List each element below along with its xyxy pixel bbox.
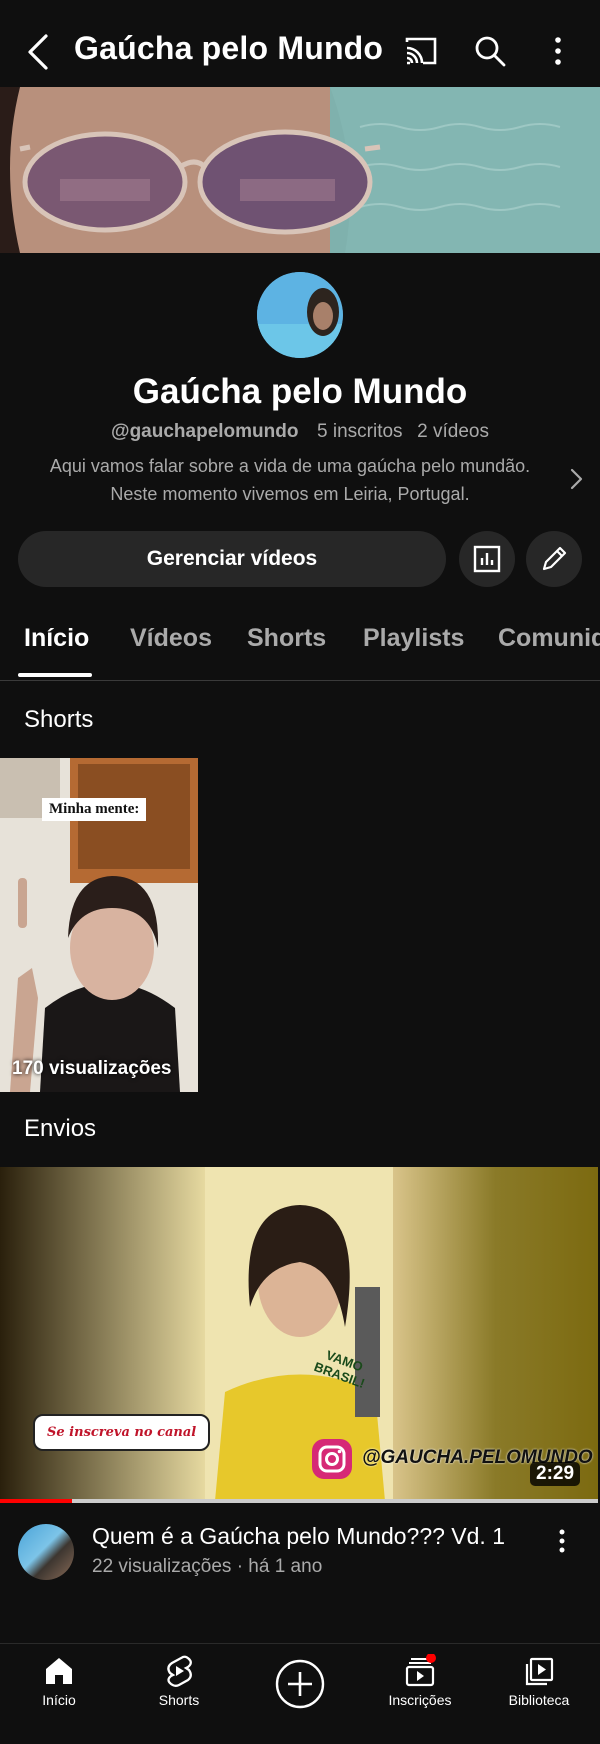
tab-shorts[interactable]: Shorts	[247, 624, 326, 653]
tab-playlists[interactable]: Playlists	[363, 624, 464, 653]
nav-label: Início	[42, 1692, 76, 1708]
shorts-icon	[167, 1655, 192, 1687]
nav-label: Shorts	[158, 1692, 200, 1708]
banner-photo	[0, 87, 600, 253]
chevron-right-icon[interactable]	[565, 466, 587, 492]
analytics-button[interactable]	[459, 531, 515, 587]
back-arrow-icon[interactable]	[22, 32, 54, 72]
channel-description[interactable]: Aqui vamos falar sobre a vida de uma gaú…	[20, 452, 560, 508]
channel-banner	[0, 87, 600, 253]
uploads-section-title: Envios	[24, 1115, 97, 1142]
nav-shorts[interactable]: Shorts	[119, 1654, 239, 1708]
page-title: Gaúcha pelo Mundo	[74, 30, 384, 66]
short-overlay-text: Minha mente:	[42, 798, 147, 821]
video-meta: 22 visualizações · há 1 ano	[92, 1556, 323, 1577]
short-view-count: 170 visualizações	[12, 1058, 172, 1079]
subscriber-count: 5 inscritos	[317, 421, 403, 442]
nav-create[interactable]	[240, 1658, 360, 1710]
more-options-icon[interactable]	[540, 33, 576, 69]
shorts-section-title: Shorts	[24, 706, 94, 733]
channel-avatar[interactable]	[257, 272, 343, 358]
video-title[interactable]: Quem é a Gaúcha pelo Mundo??? Vd. 1	[92, 1523, 505, 1550]
tabs-divider	[0, 680, 600, 681]
home-icon	[46, 1658, 72, 1684]
library-icon	[525, 1657, 554, 1686]
video-more-icon[interactable]	[552, 1526, 572, 1556]
nav-label: Biblioteca	[508, 1692, 570, 1708]
nav-label: Inscrições	[388, 1692, 452, 1708]
channel-handle: @gauchapelomundo	[111, 421, 299, 442]
manage-videos-button[interactable]: Gerenciar vídeos	[18, 531, 446, 587]
channel-name: Gaúcha pelo Mundo	[132, 372, 468, 411]
tab-videos[interactable]: Vídeos	[130, 624, 212, 653]
active-tab-indicator	[18, 673, 92, 677]
edit-channel-button[interactable]	[526, 531, 582, 587]
description-line: Neste momento vivemos em Leiria, Portuga…	[110, 484, 470, 504]
description-line: Aqui vamos falar sobre a vida de uma gaú…	[49, 456, 531, 476]
subscriptions-icon	[405, 1654, 436, 1687]
watch-progress-bar	[0, 1499, 598, 1503]
instagram-icon	[312, 1439, 352, 1479]
video-duration: 2:29	[530, 1462, 581, 1486]
create-icon	[275, 1659, 325, 1709]
thumbnail-caption: Se inscreva no canal	[33, 1414, 211, 1451]
nav-library[interactable]: Biblioteca	[479, 1654, 599, 1708]
short-thumbnail[interactable]: Minha mente: 170 visualizações	[0, 758, 198, 1092]
video-thumbnail[interactable]: Se inscreva no canal VAMO BRASIL! @GAUCH…	[0, 1167, 598, 1501]
channel-meta: @gauchapelomundo 5 inscritos 2 vídeos	[0, 421, 600, 443]
tab-community[interactable]: Comunid	[498, 624, 600, 653]
nav-home[interactable]: Início	[0, 1654, 119, 1708]
search-icon[interactable]	[472, 33, 508, 69]
cast-icon[interactable]	[403, 33, 439, 69]
notification-dot	[426, 1654, 436, 1663]
video-count: 2 vídeos	[417, 421, 489, 442]
nav-subscriptions[interactable]: Inscrições	[360, 1654, 480, 1708]
watch-progress-fill	[0, 1499, 72, 1503]
tab-inicio[interactable]: Início	[24, 624, 89, 653]
pencil-icon	[542, 546, 567, 571]
analytics-icon	[473, 545, 501, 573]
video-channel-avatar[interactable]	[18, 1524, 74, 1580]
